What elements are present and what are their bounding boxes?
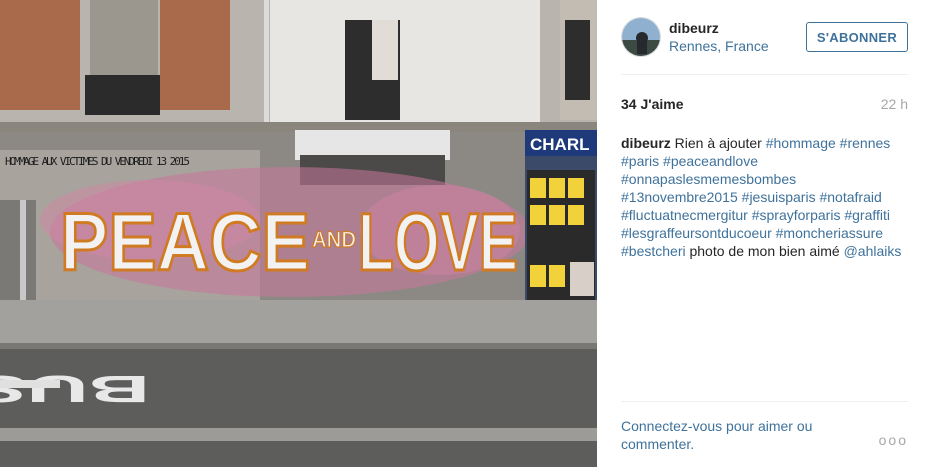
hashtag[interactable]: #hommage: [766, 135, 836, 151]
graffiti-peace: PEACE: [60, 197, 310, 288]
hashtag[interactable]: #notafraid: [819, 189, 881, 205]
hashtag[interactable]: #fluctuatnecmergitur: [621, 207, 748, 223]
caption-text: Rien à ajouter: [674, 135, 762, 151]
likes-count[interactable]: 34 J'aime: [621, 96, 684, 112]
post-photo[interactable]: HOMMAGE AUX VICTIMES DU VENDREDI 13 2015…: [0, 0, 597, 467]
hashtag[interactable]: #paris: [621, 153, 659, 169]
follow-button[interactable]: S'ABONNER: [806, 22, 908, 52]
more-options-icon[interactable]: ooo: [879, 432, 908, 448]
avatar[interactable]: [621, 17, 661, 57]
graffiti-and: AND: [312, 227, 356, 252]
hashtag[interactable]: #moncheriassure: [776, 225, 883, 241]
caption-trailing-text: photo de mon bien aimé: [689, 243, 840, 259]
caption-author[interactable]: dibeurz: [621, 135, 671, 151]
post-stats: 34 J'aime 22 h: [621, 96, 908, 116]
login-prompt-link[interactable]: Connectez-vous pour aimer ou commenter.: [621, 417, 841, 453]
wall-tribute-text: HOMMAGE AUX VICTIMES DU VENDREDI 13 2015: [5, 155, 190, 168]
hashtag[interactable]: #rennes: [840, 135, 891, 151]
hashtag[interactable]: #sprayforparis: [752, 207, 841, 223]
graffiti-love: LOVE: [358, 197, 518, 288]
hashtag[interactable]: #onnapaslesmemesbombes: [621, 171, 796, 187]
shop-sign-text: CHARL: [530, 135, 590, 154]
hashtag[interactable]: #lesgraffeursontducoeur: [621, 225, 772, 241]
post-timestamp[interactable]: 22 h: [881, 96, 908, 112]
hashtag[interactable]: #graffiti: [844, 207, 890, 223]
post-footer: Connectez-vous pour aimer ou commenter. …: [621, 401, 908, 467]
post-caption: dibeurz Rien à ajouter #hommage #rennes …: [621, 134, 908, 260]
hashtag[interactable]: #13novembre2015: [621, 189, 738, 205]
mention-link[interactable]: @ahlaiks: [844, 243, 902, 259]
location-link[interactable]: Rennes, France: [669, 38, 769, 54]
post-details-panel: dibeurz Rennes, France S'ABONNER 34 J'ai…: [597, 0, 930, 467]
hashtag[interactable]: #jesuisparis: [742, 189, 816, 205]
graffiti-photo: HOMMAGE AUX VICTIMES DU VENDREDI 13 2015…: [0, 0, 597, 467]
hashtag[interactable]: #bestcheri: [621, 243, 686, 259]
hashtag[interactable]: #peaceandlove: [663, 153, 758, 169]
username-link[interactable]: dibeurz: [669, 20, 719, 36]
post-header: dibeurz Rennes, France S'ABONNER: [621, 0, 908, 75]
